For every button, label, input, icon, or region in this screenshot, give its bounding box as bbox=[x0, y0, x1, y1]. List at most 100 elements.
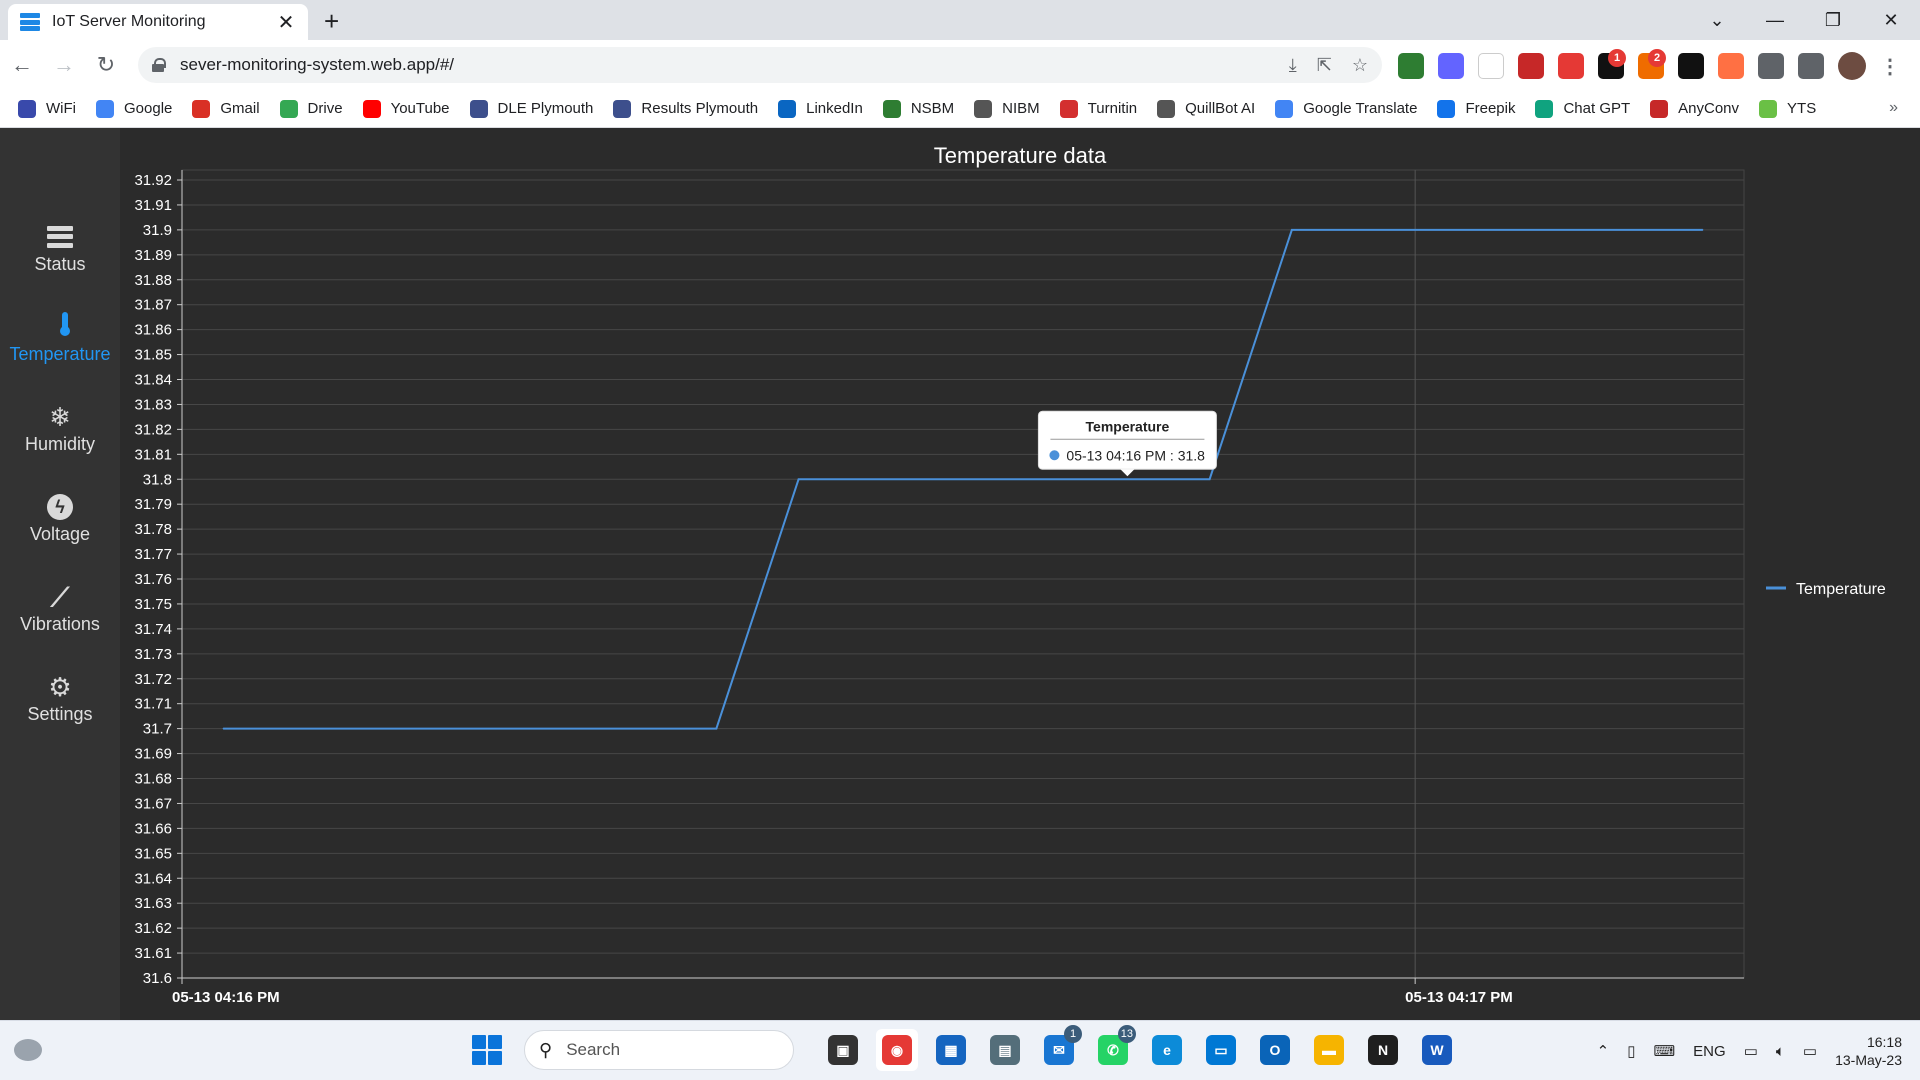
tab-search-icon[interactable]: ⌄ bbox=[1688, 0, 1746, 40]
remote-desktop-glyph: ▭ bbox=[1206, 1035, 1236, 1065]
youtube-icon bbox=[362, 99, 381, 118]
whatsapp-icon[interactable]: ✆ 13 bbox=[1092, 1025, 1136, 1071]
mail-icon[interactable]: ✉ 1 bbox=[1038, 1025, 1082, 1071]
keyboard-icon[interactable]: ⌨ bbox=[1654, 1042, 1676, 1060]
minimize-button[interactable]: — bbox=[1746, 0, 1804, 40]
data-point bbox=[1702, 229, 1704, 231]
bookmark-freepik[interactable]: Freepik bbox=[1437, 99, 1515, 118]
weather-icon[interactable] bbox=[14, 1039, 42, 1061]
tab-close-icon[interactable]: ✕ bbox=[276, 10, 296, 35]
bookmark-star-icon[interactable]: ☆ bbox=[1352, 55, 1368, 76]
restore-button[interactable]: ❐ bbox=[1804, 0, 1862, 40]
bookmark-linkedin[interactable]: LinkedIn bbox=[778, 99, 863, 118]
bookmark-google[interactable]: Google bbox=[96, 99, 172, 118]
y-tick-label: 31.87 bbox=[134, 297, 172, 314]
close-window-button[interactable]: ✕ bbox=[1862, 0, 1920, 40]
language-indicator[interactable]: ENG bbox=[1693, 1043, 1726, 1060]
notion-n-icon[interactable] bbox=[1478, 53, 1504, 79]
y-tick-label: 31.83 bbox=[134, 396, 172, 413]
browser-menu-icon[interactable]: ⋮ bbox=[1880, 54, 1900, 79]
tray-chevron-icon[interactable]: ⌃ bbox=[1597, 1042, 1610, 1060]
sidebar-item-temperature[interactable]: Temperature bbox=[0, 303, 120, 373]
chatgpt-ext-icon[interactable] bbox=[1678, 53, 1704, 79]
y-tick-label: 31.6 bbox=[143, 970, 172, 987]
volume-icon[interactable]: 🔈︎ bbox=[1776, 1043, 1785, 1060]
start-windows-icon[interactable] bbox=[472, 1035, 502, 1065]
word-icon[interactable]: W bbox=[1416, 1029, 1458, 1071]
calculator-icon[interactable]: ▤ bbox=[984, 1029, 1026, 1071]
battery-icon[interactable]: ▭ bbox=[1803, 1042, 1817, 1060]
outlook-icon[interactable]: O bbox=[1254, 1029, 1296, 1071]
adblock-icon[interactable] bbox=[1558, 53, 1584, 79]
profile-avatar[interactable] bbox=[1838, 52, 1866, 80]
bookmark-nibm[interactable]: NIBM bbox=[974, 99, 1040, 118]
remote-desktop-icon[interactable]: ▭ bbox=[1200, 1029, 1242, 1071]
taskbar-search[interactable]: ⚲ Search bbox=[524, 1030, 794, 1070]
bookmark-drive[interactable]: Drive bbox=[279, 99, 343, 118]
bookmark-anyconv[interactable]: AnyConv bbox=[1650, 99, 1739, 118]
bookmark-yts[interactable]: YTS bbox=[1759, 99, 1816, 118]
task-view-icon[interactable]: ▣ bbox=[822, 1029, 864, 1071]
edge-icon[interactable]: e bbox=[1146, 1029, 1188, 1071]
sidebar: Status Temperature ❄ Humidity ϟ Voltage … bbox=[0, 128, 120, 1020]
bookmark-gmail[interactable]: Gmail bbox=[192, 99, 260, 118]
video-icon[interactable] bbox=[1518, 53, 1544, 79]
bookmark-youtube[interactable]: YouTube bbox=[362, 99, 450, 118]
address-bar[interactable]: sever-monitoring-system.web.app/#/ ⤓ ⇱ ☆ bbox=[138, 47, 1382, 83]
notion-icon[interactable]: N bbox=[1362, 1029, 1404, 1071]
globe-extension-icon[interactable] bbox=[1398, 53, 1424, 79]
bookmark-label: Turnitin bbox=[1087, 100, 1138, 117]
black-ext-icon[interactable]: 1 bbox=[1598, 49, 1626, 79]
back-icon[interactable]: ← bbox=[2, 45, 42, 85]
bookmark-results-plymouth[interactable]: Results Plymouth bbox=[613, 99, 758, 118]
bookmark-turnitin[interactable]: Turnitin bbox=[1059, 99, 1138, 118]
bookmark-quillbot-ai[interactable]: QuillBot AI bbox=[1157, 99, 1255, 118]
sidepanel-icon[interactable] bbox=[1798, 53, 1824, 79]
sidebar-item-status[interactable]: Status bbox=[0, 213, 120, 283]
sidebar-item-vibrations[interactable]: ⟋ Vibrations bbox=[0, 573, 120, 643]
network-icon[interactable]: ▭ bbox=[1744, 1042, 1758, 1060]
extension-badge: 1 bbox=[1608, 49, 1626, 67]
install-app-icon[interactable]: ⤓ bbox=[1289, 55, 1297, 76]
bookmark-label: Chat GPT bbox=[1563, 100, 1631, 117]
notification-badge: 1 bbox=[1064, 1025, 1082, 1043]
bookmark-label: Gmail bbox=[220, 100, 260, 117]
orange-ext-icon[interactable]: 2 bbox=[1638, 49, 1666, 79]
clock[interactable]: 16:18 13-May-23 bbox=[1835, 1033, 1902, 1069]
reload-icon[interactable]: ↻ bbox=[86, 45, 126, 85]
url-text[interactable]: sever-monitoring-system.web.app/#/ bbox=[180, 55, 454, 75]
y-tick-label: 31.64 bbox=[134, 870, 172, 887]
bookmark-wifi[interactable]: WiFi bbox=[18, 99, 76, 118]
mastodon-icon[interactable] bbox=[1438, 53, 1464, 79]
data-point bbox=[222, 728, 224, 730]
puzzle-icon[interactable] bbox=[1758, 53, 1784, 79]
bookmark-nsbm[interactable]: NSBM bbox=[882, 99, 954, 118]
usb-icon[interactable]: ▯ bbox=[1627, 1042, 1635, 1060]
tab-strip: IoT Server Monitoring ✕ + ⌄ — ❐ ✕ bbox=[0, 0, 1920, 40]
sidebar-item-label: Voltage bbox=[29, 523, 91, 544]
sidebar-item-voltage[interactable]: ϟ Voltage bbox=[0, 483, 120, 553]
sidebar-item-humidity[interactable]: ❄ Humidity bbox=[0, 393, 120, 463]
forward-icon[interactable]: → bbox=[44, 45, 84, 85]
share-icon[interactable]: ⇱ bbox=[1317, 55, 1332, 76]
x-tick-label: 05-13 04:16 PM bbox=[172, 989, 280, 1006]
bookmark-google-translate[interactable]: Google Translate bbox=[1275, 99, 1417, 118]
file-explorer-icon[interactable]: ▬ bbox=[1308, 1029, 1350, 1071]
store-icon[interactable]: ▦ bbox=[930, 1029, 972, 1071]
y-tick-label: 31.69 bbox=[134, 746, 172, 763]
bookmark-dle-plymouth[interactable]: DLE Plymouth bbox=[469, 99, 593, 118]
temperature-chart[interactable]: Temperature data 31.92 31.91 31.9 31.89 31.8… bbox=[120, 128, 1920, 1020]
brave-icon[interactable] bbox=[1718, 53, 1744, 79]
notion-glyph: N bbox=[1368, 1035, 1398, 1065]
plot-border bbox=[181, 169, 1745, 979]
new-tab-button[interactable]: + bbox=[324, 6, 339, 37]
bookmark-chat-gpt[interactable]: Chat GPT bbox=[1535, 99, 1631, 118]
browser-tab[interactable]: IoT Server Monitoring ✕ bbox=[8, 4, 308, 40]
y-tick-label: 31.86 bbox=[134, 322, 172, 339]
lock-icon[interactable] bbox=[152, 58, 166, 72]
sidebar-item-settings[interactable]: ⚙ Settings bbox=[0, 663, 120, 733]
bookmarks-overflow-icon[interactable]: » bbox=[1889, 99, 1898, 117]
server-favicon-icon bbox=[20, 13, 40, 31]
chrome-icon[interactable]: ◉ bbox=[876, 1029, 918, 1071]
x-tick-label: 05-13 04:17 PM bbox=[1405, 989, 1513, 1006]
